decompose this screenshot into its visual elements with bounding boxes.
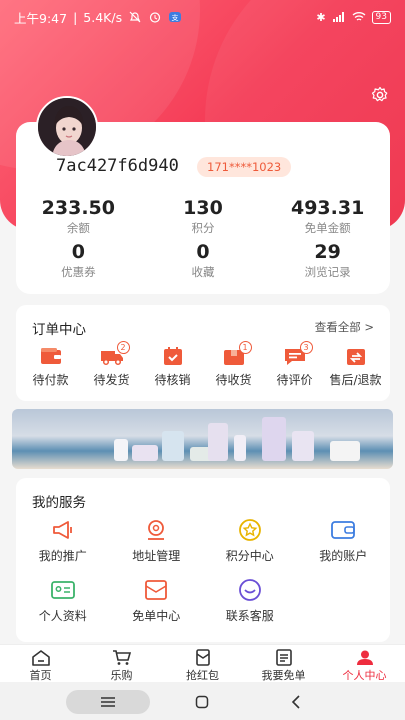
alarm-icon — [150, 12, 161, 23]
signal-icon — [332, 12, 344, 22]
calendar-icon — [163, 347, 182, 365]
refund-icon — [346, 349, 365, 365]
stat-free-amount[interactable]: 493.31 免单金额 — [265, 196, 390, 240]
envelope-icon — [145, 580, 168, 600]
order-center-title: 订单中心 — [32, 322, 86, 338]
wallet-icon — [40, 348, 61, 364]
note-icon — [275, 649, 292, 666]
stat-favorites[interactable]: 0 收藏 — [141, 240, 266, 284]
tab-personal-center[interactable]: 个人中心 — [324, 645, 405, 682]
user-icon — [356, 650, 373, 665]
home-icon — [31, 650, 50, 666]
stat-balance[interactable]: 233.50 余额 — [16, 196, 141, 240]
promo-banner[interactable] — [12, 409, 393, 469]
service-free-center[interactable]: 免单中心 — [110, 578, 204, 624]
back-arrow-icon — [291, 695, 300, 709]
recent-apps-button[interactable] — [66, 690, 150, 714]
menu-icon — [101, 697, 115, 707]
tab-shop[interactable]: 乐购 — [81, 645, 162, 682]
bluetooth-icon: ✱ — [316, 10, 326, 24]
battery-indicator: 93 — [371, 10, 391, 24]
stat-coupons[interactable]: 0 优惠券 — [16, 240, 141, 284]
profile-card: 7ac427f6d940 171****1023 233.50 余额 130 积分 … — [16, 96, 390, 294]
service-points-center[interactable]: 积分中心 — [203, 518, 297, 564]
order-after-sales[interactable]: 售后/退款 — [327, 345, 385, 388]
service-icon — [238, 579, 261, 601]
megaphone-icon — [52, 521, 72, 539]
status-time: 上午9:47 — [14, 10, 68, 26]
app-notification-icon: 支 — [169, 12, 182, 22]
service-address[interactable]: 地址管理 — [110, 518, 204, 564]
system-navigation-bar — [0, 682, 405, 720]
mute-icon — [129, 11, 141, 23]
cart-icon — [112, 650, 131, 665]
username: 7ac427f6d940 — [56, 156, 179, 176]
red-packet-icon — [195, 649, 210, 666]
badge-pending-shipment: 2 — [116, 341, 130, 354]
svg-text:支: 支 — [172, 13, 179, 22]
wifi-icon — [352, 12, 365, 21]
phone-badge: 171****1023 — [197, 157, 292, 177]
stats-grid: 233.50 余额 130 积分 493.31 免单金额 0 优惠券 0 收藏 29 浏览记… — [16, 196, 390, 284]
home-button[interactable] — [192, 690, 212, 714]
settings-gear-icon[interactable] — [371, 86, 389, 104]
service-promotion[interactable]: 我的推广 — [16, 518, 110, 564]
order-pending-shipment[interactable]: 2 待发货 — [83, 341, 141, 388]
square-home-icon — [195, 695, 209, 709]
my-services-card: 我的服务 我的推广 地址管理 积分中心 我的账户 个人资料 免单中心 联系客服 — [16, 478, 390, 642]
service-customer-support[interactable]: 联系客服 — [203, 578, 297, 624]
order-center-card: 订单中心 查看全部 > 待付款 2 待发货 待核销 1 待收货 3 待评价 售后… — [16, 305, 390, 401]
tab-home[interactable]: 首页 — [0, 645, 81, 682]
stat-history[interactable]: 29 浏览记录 — [265, 240, 390, 284]
tab-free-order[interactable]: 我要免单 — [243, 645, 324, 682]
service-profile[interactable]: 个人资料 — [16, 578, 110, 624]
tab-red-packet[interactable]: 抢红包 — [162, 645, 243, 682]
service-account[interactable]: 我的账户 — [297, 518, 391, 564]
status-speed: 5.4K/s — [83, 9, 123, 25]
order-pending-receipt[interactable]: 1 待收货 — [205, 341, 263, 388]
order-pending-review[interactable]: 3 待评价 — [266, 341, 324, 388]
badge-pending-review: 3 — [299, 341, 313, 354]
bottom-tab-bar: 首页 乐购 抢红包 我要免单 个人中心 — [0, 644, 405, 682]
location-icon — [148, 520, 165, 540]
account-icon — [331, 521, 356, 539]
back-button[interactable] — [286, 690, 306, 714]
order-pending-verification[interactable]: 待核销 — [144, 345, 202, 388]
view-all-orders-link[interactable]: 查看全部 > — [315, 319, 374, 335]
services-title: 我的服务 — [32, 495, 86, 511]
status-bar: 上午9:47 | 5.4K/s 支 ✱ 93 — [0, 0, 405, 34]
badge-pending-receipt: 1 — [238, 341, 252, 354]
star-icon — [238, 519, 261, 541]
stat-points[interactable]: 130 积分 — [141, 196, 266, 240]
avatar[interactable] — [36, 96, 98, 158]
order-pending-payment[interactable]: 待付款 — [22, 345, 80, 388]
id-card-icon — [50, 581, 75, 599]
